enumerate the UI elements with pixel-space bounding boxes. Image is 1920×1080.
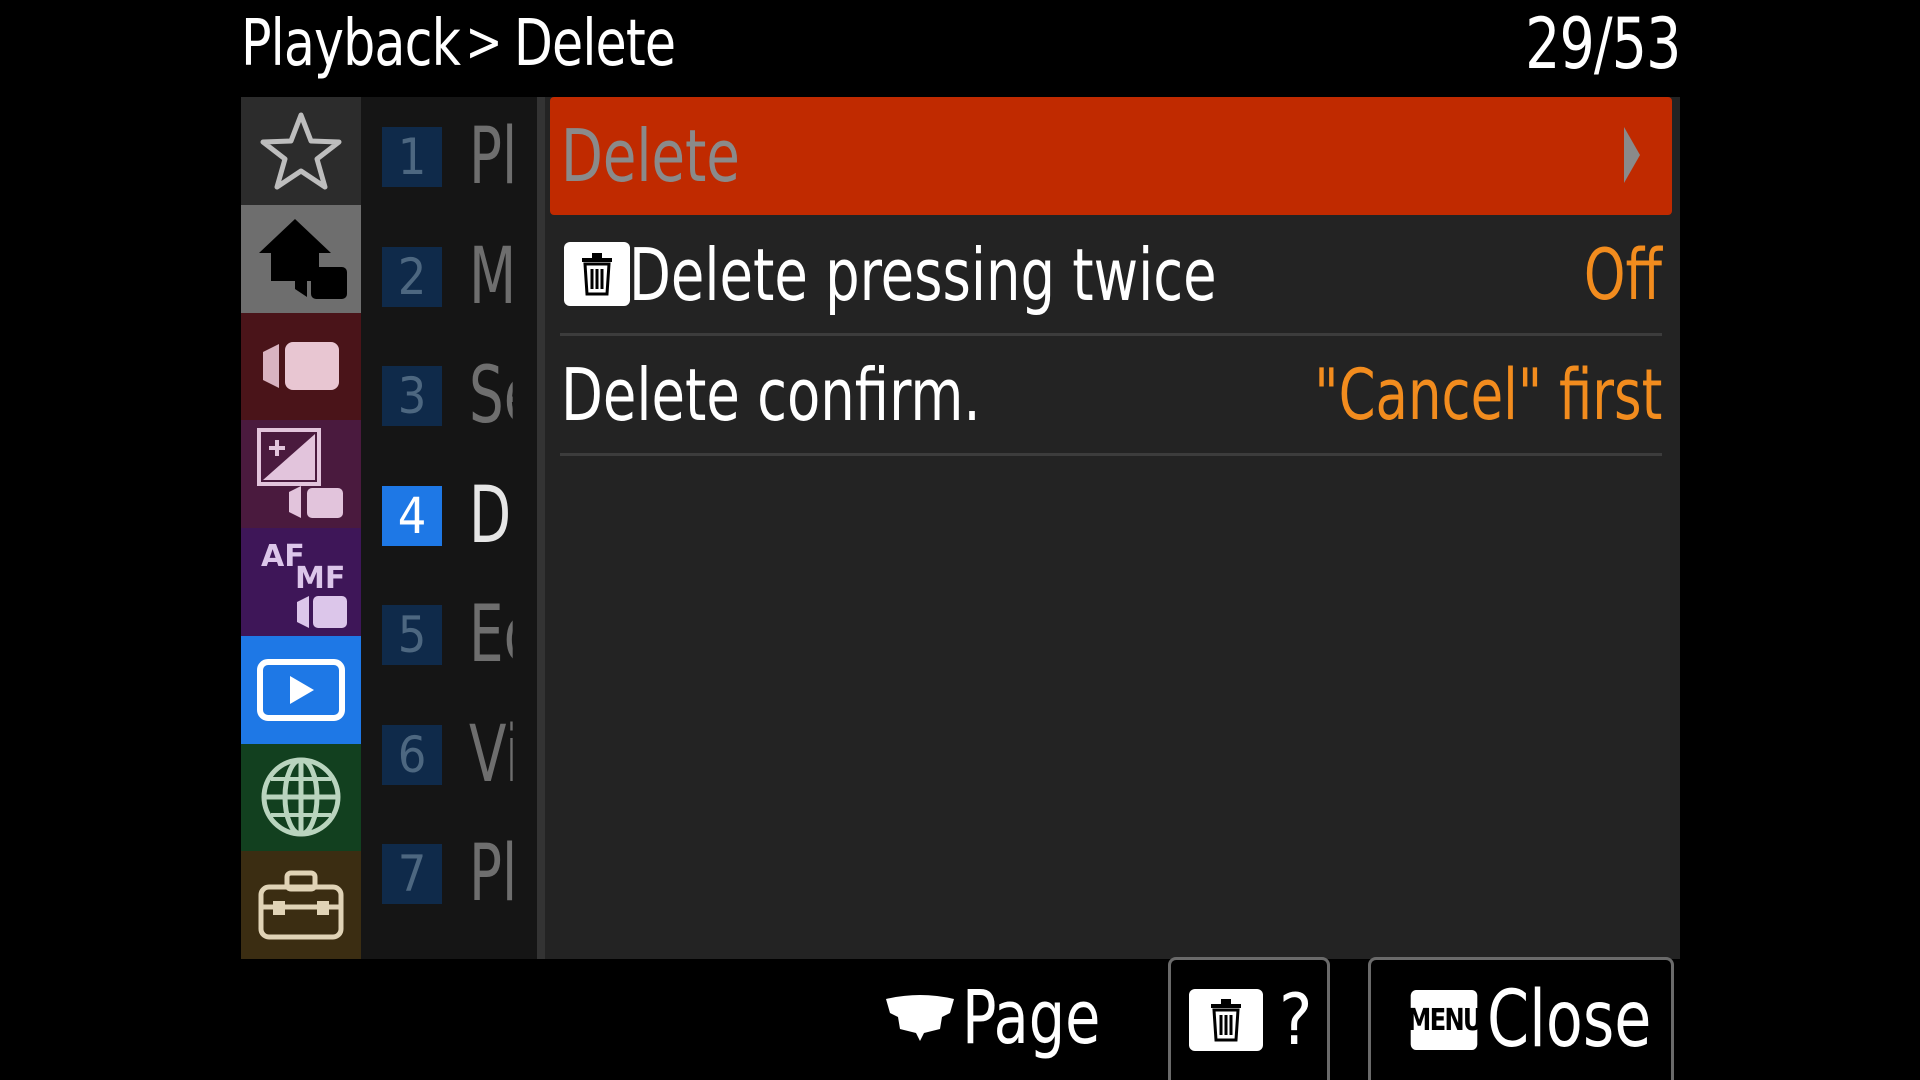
category-shooting[interactable] <box>241 312 361 421</box>
category-setup[interactable] <box>241 851 361 959</box>
breadcrumb-subsection: Delete <box>513 7 676 81</box>
category-main[interactable] <box>241 204 361 313</box>
menu-badge: MENU <box>1407 990 1483 1050</box>
star-icon <box>260 112 342 190</box>
help-label: ? <box>1279 979 1313 1061</box>
af-mf-icon: AFMF <box>261 539 347 628</box>
trash-icon <box>1189 989 1263 1051</box>
page-label: De <box>469 470 513 561</box>
page-label: Se <box>469 351 513 442</box>
page-label: Pl <box>469 829 513 920</box>
page-item[interactable]: 2M <box>361 217 537 337</box>
category-column: AF MF <box>241 97 361 959</box>
page-label: Ec <box>469 590 513 681</box>
breadcrumb-section: Playback <box>241 7 461 81</box>
category-exposure[interactable] <box>241 420 361 528</box>
close-button[interactable]: MENU Close <box>1368 957 1674 1080</box>
page-number: 4 <box>382 485 442 546</box>
page-number: 3 <box>382 366 442 427</box>
page-number: 7 <box>382 844 442 905</box>
chevron-right-icon <box>1624 127 1640 183</box>
category-focus[interactable]: AF MF <box>241 528 361 636</box>
column-divider <box>537 97 545 959</box>
breadcrumb-separator: > <box>465 10 502 75</box>
close-label: Close <box>1487 975 1652 1065</box>
menu-item-label: Delete <box>561 114 740 198</box>
page-label: Pl <box>469 112 513 202</box>
page-number: 6 <box>382 724 442 785</box>
menu-panel: AFMF 1 Pl 2M 3 Se 4 De 5 Ec 6 Vi 7 Pl Delete D… <box>241 97 1680 959</box>
control-wheel-icon <box>886 995 954 1041</box>
toolbox-icon <box>258 870 344 940</box>
row-divider <box>560 453 1662 456</box>
page-item[interactable]: 7 Pl <box>361 815 537 935</box>
header-breadcrumb: Playback> Delete <box>241 6 676 85</box>
page-number: 5 <box>382 605 442 666</box>
globe-icon <box>261 757 341 837</box>
menu-item-delete[interactable]: Delete <box>550 97 1672 215</box>
menu-item-value: "Cancel" first <box>1313 354 1662 436</box>
page-item[interactable]: 6 Vi <box>361 695 537 815</box>
menu-items: Delete Delete pressing twice Off Delete … <box>550 97 1672 456</box>
category-playback[interactable] <box>241 635 361 744</box>
playback-icon <box>257 658 345 721</box>
page-hint-label: Page <box>962 975 1101 1061</box>
menu-item-label: Delete pressing twice <box>629 233 1217 317</box>
page-item-active[interactable]: 4 De <box>361 456 537 576</box>
home-camera-icon <box>259 218 347 299</box>
page-item[interactable]: 3 Se <box>361 337 537 457</box>
menu-item-delete-pressing-twice[interactable]: Delete pressing twice Off <box>550 215 1672 336</box>
trash-icon <box>564 242 630 306</box>
footer-bar: Page ? MENU Close <box>0 957 1920 1080</box>
category-network[interactable] <box>241 743 361 852</box>
page-column: 1 Pl 2M 3 Se 4 De 5 Ec 6 Vi 7 Pl <box>361 97 537 959</box>
movie-icon <box>263 342 339 391</box>
page-number: 2 <box>382 246 442 307</box>
exposure-icon <box>257 428 343 519</box>
help-button[interactable]: ? <box>1168 957 1330 1080</box>
menu-item-value: Off <box>1583 234 1662 316</box>
category-favorites[interactable] <box>241 97 361 205</box>
page-label: M <box>469 231 513 322</box>
page-item[interactable]: 1 Pl <box>361 97 537 217</box>
page-number: 1 <box>382 127 442 187</box>
page-hint: Page <box>884 973 1123 1063</box>
menu-item-delete-confirm[interactable]: Delete confirm. "Cancel" first <box>550 335 1672 456</box>
page-item[interactable]: 5 Ec <box>361 576 537 696</box>
mf-label: MF <box>295 561 345 596</box>
menu-item-label: Delete confirm. <box>561 353 981 437</box>
page-label: Vi <box>469 709 513 800</box>
page-counter: 29/53 <box>1524 3 1681 85</box>
